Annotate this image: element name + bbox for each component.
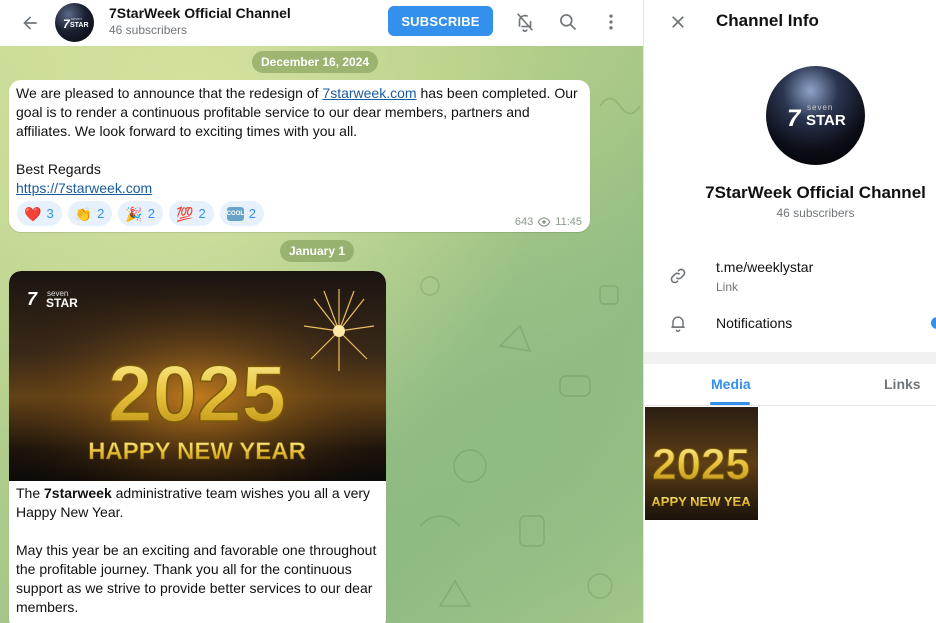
section-divider (644, 352, 936, 364)
tab-links[interactable]: Links (884, 376, 921, 392)
message-text: The 7starweek administrative team wishes… (16, 484, 378, 617)
back-arrow-icon[interactable] (18, 11, 42, 35)
notifications-toggle[interactable] (931, 317, 936, 329)
channel-avatar[interactable]: 7 seven STAR (55, 3, 94, 42)
view-count: 643 (514, 216, 534, 228)
link-icon (666, 264, 690, 288)
message-signoff: Best Regards (16, 161, 101, 177)
reaction-count: 2 (248, 206, 256, 221)
mute-bell-icon[interactable] (513, 10, 537, 34)
reaction-clap[interactable]: 👏 2 (67, 201, 113, 226)
logo-small-text: seven (71, 16, 82, 21)
cool-emoji-icon: COOL (226, 206, 244, 221)
message-meta: 643 11:45 (515, 216, 582, 228)
date-separator: January 1 (280, 240, 355, 262)
reaction-count: 2 (97, 206, 105, 221)
reaction-count: 3 (46, 206, 54, 221)
year-text: 2025 (108, 349, 286, 438)
reactions-bar: ❤️ 3 👏 2 🎉 2 💯 2 COOL 2 (17, 201, 264, 226)
search-icon[interactable] (556, 10, 580, 34)
reaction-hundred[interactable]: 💯 2 (169, 201, 214, 226)
notifications-label[interactable]: Notifications (716, 315, 792, 331)
channel-logo-icon: 7 seven STAR (63, 16, 89, 31)
bell-icon (666, 311, 690, 335)
reaction-cool[interactable]: COOL 2 (219, 201, 264, 226)
panel-title: Channel Info (716, 11, 819, 30)
new-year-artwork: seven STAR 7 2025 HAPPY NEW YEAR (9, 271, 386, 481)
chat-header: 7 seven STAR 7StarWeek Official Channel … (0, 0, 643, 46)
info-channel-name: 7StarWeek Official Channel (705, 183, 926, 202)
party-emoji-icon: 🎉 (125, 205, 143, 222)
thumb-year-text: 2025 (652, 440, 750, 489)
reaction-count: 2 (147, 206, 156, 221)
svg-text:7: 7 (787, 105, 802, 132)
new-year-image[interactable]: seven STAR 7 2025 HAPPY NEW YEAR (9, 271, 386, 481)
tabs-divider (644, 405, 936, 406)
channel-avatar-large[interactable]: 7 seven STAR (766, 66, 865, 165)
telegram-app: 7 seven STAR 7StarWeek Official Channel … (0, 0, 936, 623)
brand-big-text: STAR (46, 296, 78, 310)
more-vert-icon[interactable] (599, 10, 623, 34)
channel-title[interactable]: 7StarWeek Official Channel (109, 5, 291, 21)
thumb-greeting-text: APPY NEW YEA (651, 494, 751, 509)
media-thumbnail-art: 2025 APPY NEW YEA (651, 440, 751, 510)
logo-small-text: seven (807, 103, 833, 112)
reaction-count: 2 (198, 206, 206, 221)
subscriber-count: 46 subscribers (109, 23, 188, 37)
logo-big-text: STAR (70, 22, 89, 29)
svg-text:7: 7 (27, 289, 38, 309)
message-time: 11:45 (555, 216, 582, 228)
website-link[interactable]: https://7starweek.com (16, 180, 152, 196)
hundred-emoji-icon: 💯 (176, 205, 194, 222)
channel-link[interactable]: t.me/weeklystar (716, 259, 813, 275)
subscribe-button[interactable]: SUBSCRIBE (388, 6, 493, 36)
close-icon[interactable] (666, 10, 690, 34)
reaction-party[interactable]: 🎉 2 (118, 201, 164, 226)
message-bubble[interactable]: We are pleased to announce that the rede… (9, 80, 590, 232)
message-text-part: May this year be an exciting and favorab… (16, 542, 377, 615)
eye-icon (537, 217, 551, 227)
date-separator: December 16, 2024 (252, 51, 379, 73)
clap-emoji-icon: 👏 (74, 205, 93, 222)
reaction-heart[interactable]: ❤️ 3 (17, 201, 62, 226)
message-text-part: We are pleased to announce that the rede… (16, 85, 323, 101)
message-bold-text: 7starweek (44, 485, 112, 501)
chat-pane: 7 seven STAR 7StarWeek Official Channel … (0, 0, 643, 623)
message-text-part: The (16, 485, 45, 501)
channel-info-panel: Channel Info 7 seven STAR 7StarWeek Offi… (643, 0, 936, 623)
message-text: We are pleased to announce that the rede… (16, 84, 584, 198)
heart-emoji-icon: ❤️ (24, 205, 42, 222)
media-thumbnail[interactable]: 2025 APPY NEW YEA (645, 407, 758, 520)
channel-link-label: Link (716, 280, 739, 294)
message-bubble[interactable]: seven STAR 7 2025 HAPPY NEW YEAR The 7st… (9, 271, 386, 623)
inline-link[interactable]: 7starweek.com (322, 85, 416, 101)
channel-logo-icon: 7 seven STAR (787, 103, 846, 132)
greeting-text: HAPPY NEW YEAR (88, 438, 306, 465)
tab-media[interactable]: Media (711, 376, 751, 392)
logo-big-text: STAR (806, 112, 846, 129)
info-subscriber-count: 46 subscribers (776, 206, 855, 220)
